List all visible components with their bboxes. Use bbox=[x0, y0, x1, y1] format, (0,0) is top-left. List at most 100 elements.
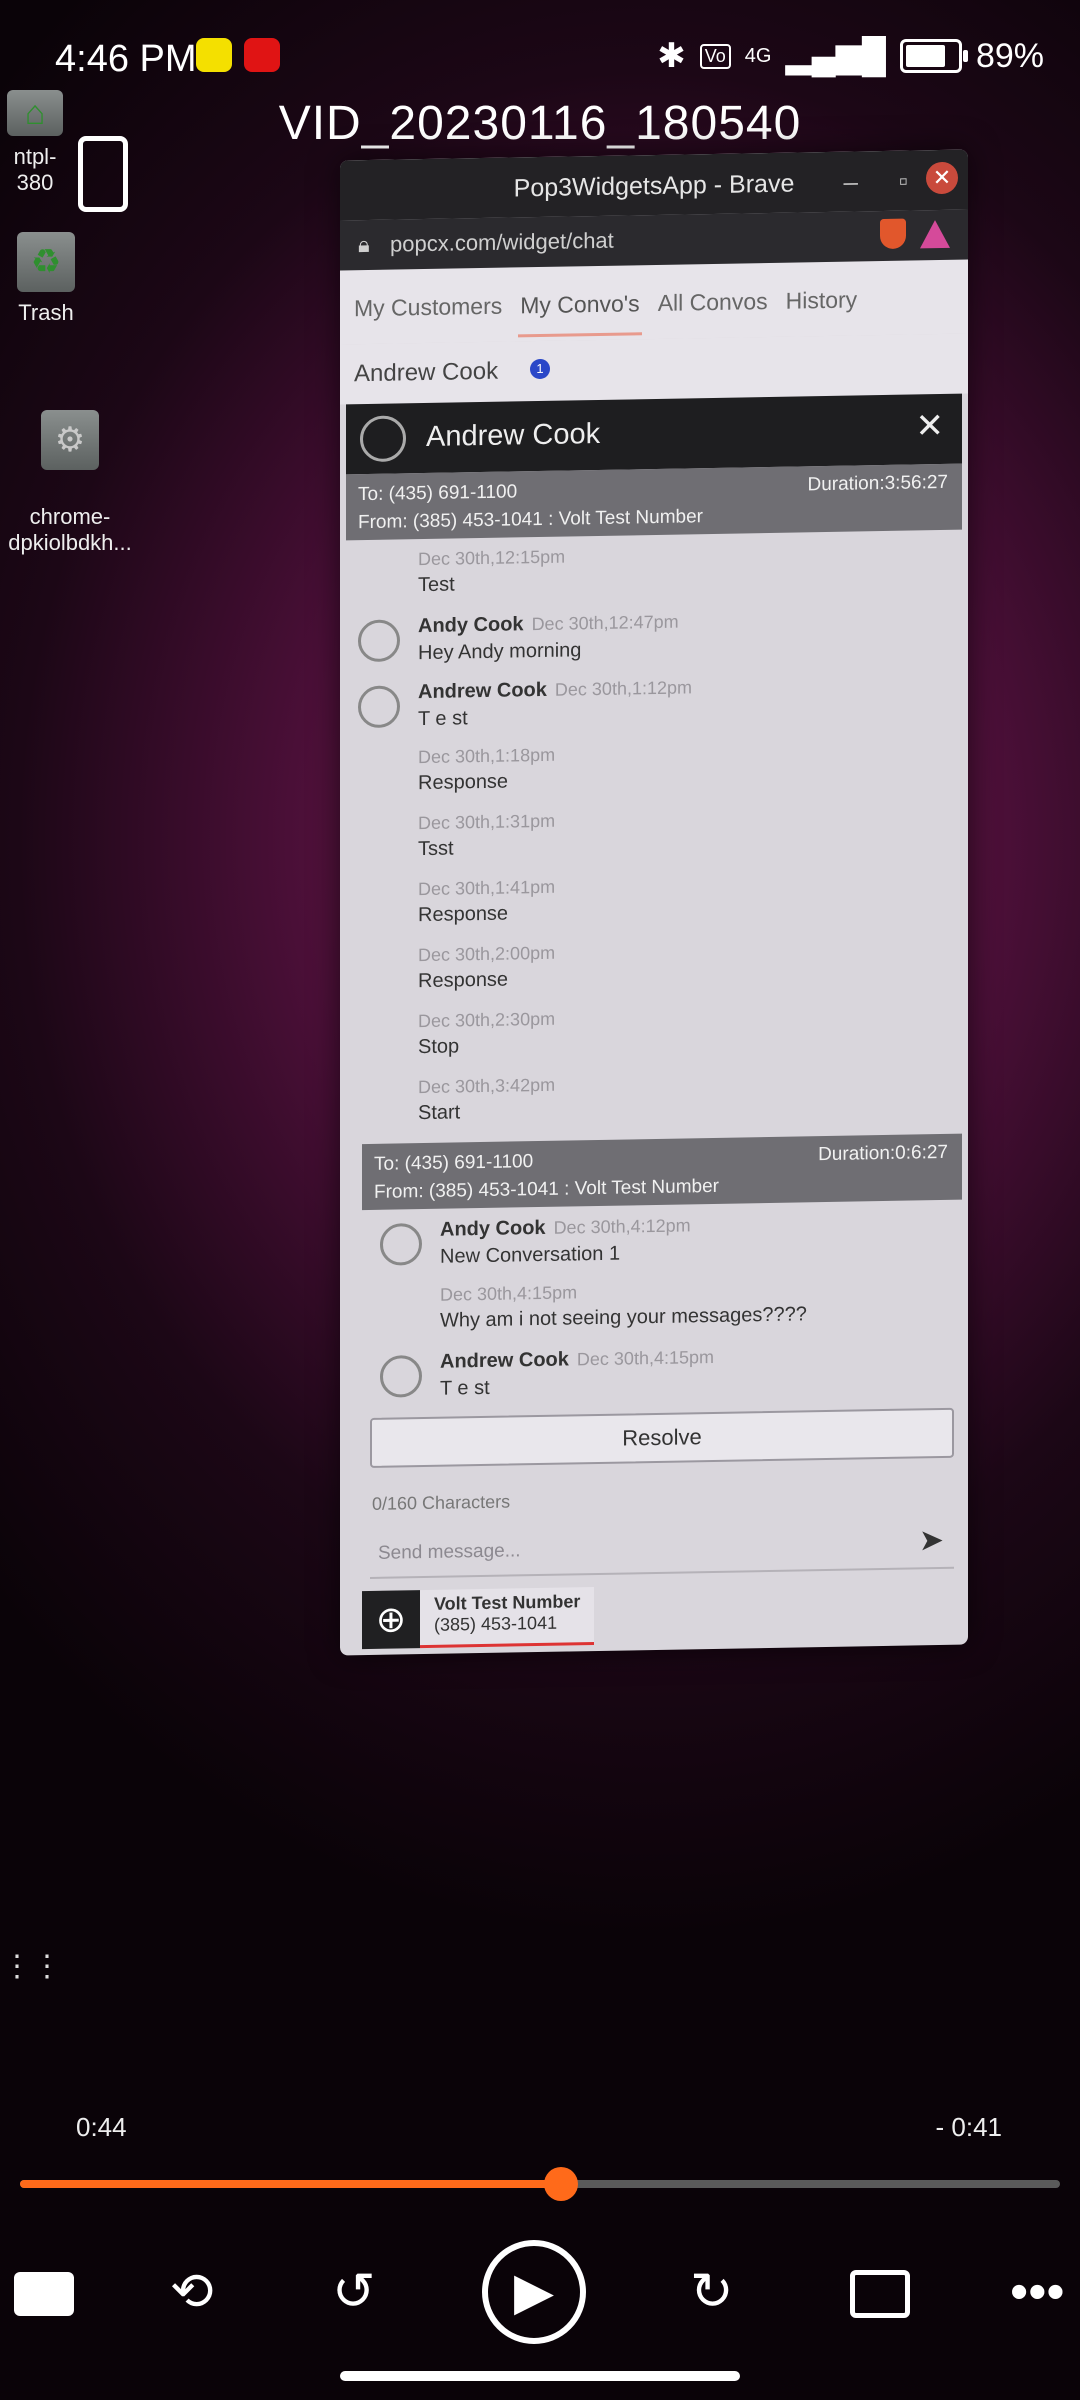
message-text: Response bbox=[418, 968, 509, 993]
message-text: Start bbox=[418, 1101, 461, 1125]
message-sender: Andy Cook bbox=[440, 1216, 546, 1241]
video-title: VID_20230116_180540 bbox=[278, 97, 802, 150]
lock-icon: 🔒︎ bbox=[358, 231, 370, 258]
message-text: Tsst bbox=[418, 837, 454, 861]
number-selector: ⊕ Volt Test Number (385) 453-1041 bbox=[362, 1581, 968, 1650]
message-time: Dec 30th,12:47pm bbox=[531, 611, 679, 635]
message-text: Stop bbox=[418, 1035, 460, 1059]
message-text: Response bbox=[418, 770, 509, 795]
message-text: T e st bbox=[440, 1376, 490, 1400]
route-to: To: (435) 691-1100 bbox=[358, 481, 518, 506]
brave-rewards-icon[interactable] bbox=[920, 219, 950, 249]
desktop-item-home[interactable]: ⌂ ntpl-380 bbox=[0, 90, 70, 196]
route-from: From: (385) 453-1041 : Volt Test Number bbox=[358, 506, 703, 534]
contact-avatar-icon bbox=[360, 415, 406, 463]
message-time: Dec 30th,2:30pm bbox=[418, 1008, 556, 1032]
message-row: Andy Cook Dec 30th,12:47pm Hey Andy mornin… bbox=[340, 606, 968, 673]
tab-all-convos[interactable]: All Convos bbox=[656, 288, 770, 339]
subtitles-icon[interactable] bbox=[14, 2272, 74, 2316]
elapsed-time: 0:44 bbox=[76, 2112, 127, 2142]
chrome-app-icon: ⚙ bbox=[41, 410, 99, 470]
snapchat-icon bbox=[196, 38, 232, 72]
close-chat-icon[interactable]: ✕ bbox=[916, 406, 945, 446]
message-input[interactable]: Send message... ➤ bbox=[370, 1514, 954, 1579]
player-controls: ⟲ ↺ ▶ ↻ ••• bbox=[0, 2240, 1080, 2344]
desktop-item-label: ntpl-380 bbox=[13, 144, 57, 195]
seek-bar[interactable] bbox=[20, 2167, 1060, 2201]
message-row: Dec 30th,1:41pm Response bbox=[340, 870, 968, 937]
selected-number[interactable]: Volt Test Number (385) 453-1041 bbox=[420, 1587, 595, 1649]
battery-level bbox=[905, 45, 946, 67]
forward-4-icon[interactable]: ↻ bbox=[690, 2262, 734, 2322]
message-sender: Andrew Cook bbox=[440, 1348, 569, 1373]
tab-my-customers[interactable]: My Customers bbox=[352, 293, 504, 345]
resolve-button[interactable]: Resolve bbox=[370, 1407, 954, 1468]
conversation-route-header[interactable]: To: (435) 691-1100 From: (385) 453-1041 :… bbox=[362, 1133, 962, 1211]
status-right: ✱ Vo 4G ▂▄▆█ 89% bbox=[657, 36, 1044, 76]
browser-window: Pop3WidgetsApp - Brave – ▫ ✕ 🔒︎ popcx.co… bbox=[340, 149, 968, 1656]
bluetooth-icon: ✱ bbox=[657, 37, 686, 75]
tab-history[interactable]: History bbox=[784, 286, 860, 336]
conversation-name: Andrew Cook bbox=[354, 357, 499, 388]
message-row: Dec 30th,1:31pm Tsst bbox=[340, 804, 968, 871]
message-sender: Andrew Cook bbox=[418, 678, 547, 704]
unread-badge: 1 bbox=[530, 358, 550, 380]
message-time: Dec 30th,2:00pm bbox=[418, 942, 556, 966]
message-time: Dec 30th,1:41pm bbox=[418, 876, 556, 900]
user-avatar-icon bbox=[358, 685, 400, 729]
seek-thumb[interactable] bbox=[543, 2167, 578, 2201]
youtube-icon bbox=[244, 38, 280, 72]
widget-tabs: My Customers My Convo's All Convos Histo… bbox=[340, 259, 968, 345]
message-text: Why am i not seeing your messages???? bbox=[440, 1303, 807, 1332]
play-icon: ▶ bbox=[514, 2263, 554, 2321]
network-label: 4G bbox=[744, 44, 772, 67]
message-list: Dec 30th,12:15pm Test Andy Cook Dec 30th,12… bbox=[340, 529, 968, 1135]
window-titlebar: Pop3WidgetsApp - Brave – ▫ ✕ bbox=[340, 149, 968, 221]
message-row: Andrew Cook Dec 30th,4:15pm T e st bbox=[362, 1342, 968, 1409]
conversation-route-header[interactable]: To: (435) 691-1100 From: (385) 453-1041 :… bbox=[346, 463, 962, 541]
chat-header: Andrew Cook ✕ bbox=[346, 393, 962, 475]
signal-icon: ▂▄▆█ bbox=[785, 37, 886, 75]
window-title: Pop3WidgetsApp - Brave bbox=[513, 169, 795, 203]
aspect-ratio-icon[interactable] bbox=[850, 2270, 910, 2318]
remaining-time: - 0:41 bbox=[935, 2112, 1003, 2142]
home-indicator[interactable] bbox=[340, 2371, 740, 2381]
message-row: Dec 30th,3:42pm Start bbox=[340, 1068, 968, 1135]
character-counter: 0/160 Characters bbox=[372, 1491, 511, 1514]
desktop-item-trash[interactable]: ♻ Trash bbox=[6, 232, 86, 326]
message-row: Dec 30th,12:15pm Test bbox=[340, 540, 968, 607]
seek-progress bbox=[20, 2180, 561, 2188]
maximize-icon[interactable]: ▫ bbox=[899, 166, 908, 197]
route-from: From: (385) 453-1041 : Volt Test Number bbox=[374, 1175, 719, 1203]
send-icon[interactable]: ➤ bbox=[919, 1523, 944, 1558]
screen-rotate-icon[interactable] bbox=[78, 136, 128, 212]
home-folder-icon: ⌂ bbox=[7, 90, 63, 136]
more-icon[interactable]: ••• bbox=[1010, 2262, 1065, 2322]
conversation-thread: To: (435) 691-1100 From: (385) 453-1041 :… bbox=[340, 463, 968, 1409]
tab-my-convos[interactable]: My Convo's bbox=[518, 290, 641, 341]
url-text[interactable]: popcx.com/widget/chat bbox=[390, 228, 614, 258]
desktop-item-chrome-app[interactable]: ⚙ chrome- dpkiolbdkh... bbox=[0, 384, 140, 556]
add-number-icon[interactable]: ⊕ bbox=[362, 1590, 420, 1650]
chat-contact-name: Andrew Cook bbox=[426, 417, 601, 453]
app-grid-icon[interactable]: ⋮⋮ bbox=[2, 1952, 62, 1982]
message-row: Dec 30th,1:18pm Response bbox=[340, 738, 968, 805]
conversation-list-item[interactable]: Andrew Cook 1 bbox=[340, 333, 968, 405]
user-avatar-icon bbox=[380, 1223, 422, 1266]
message-time: Dec 30th,12:15pm bbox=[418, 546, 566, 570]
brave-shield-icon[interactable] bbox=[880, 218, 906, 250]
user-avatar-icon bbox=[380, 1355, 422, 1398]
rewind-4-icon[interactable]: ↺ bbox=[332, 2262, 376, 2322]
route-to: To: (435) 691-1100 bbox=[374, 1151, 534, 1175]
message-placeholder: Send message... bbox=[378, 1540, 521, 1564]
play-button[interactable]: ▶ bbox=[482, 2240, 586, 2344]
message-time: Dec 30th,4:15pm bbox=[576, 1346, 714, 1370]
message-text: Hey Andy morning bbox=[418, 639, 582, 665]
message-time: Dec 30th,4:12pm bbox=[553, 1215, 691, 1238]
message-list: Andy Cook Dec 30th,4:12pm New Conversation… bbox=[340, 1199, 968, 1409]
message-text: New Conversation 1 bbox=[440, 1242, 621, 1268]
minimize-icon[interactable]: – bbox=[844, 166, 858, 197]
clock: 4:46 PM bbox=[55, 38, 197, 80]
message-sender: Andy Cook bbox=[418, 613, 524, 638]
repeat-icon[interactable]: ⟲ bbox=[170, 2262, 214, 2322]
